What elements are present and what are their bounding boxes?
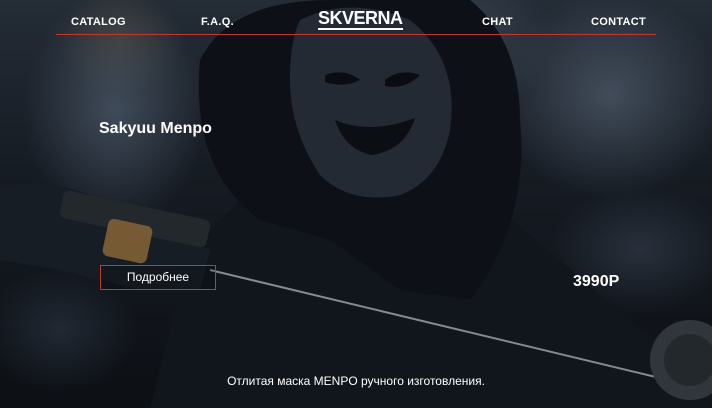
hero-section: CATALOG F.A.Q. SKVERNA CHAT CONTACT Saky…	[0, 0, 712, 408]
product-description: Отлитая маска MENPO ручного изготовления…	[227, 374, 485, 388]
product-price: 3990Р	[573, 273, 620, 290]
nav-link-faq[interactable]: F.A.Q.	[201, 16, 234, 28]
hero-background-image	[0, 0, 712, 408]
brand-logo[interactable]: SKVERNA	[318, 8, 403, 30]
details-button[interactable]: Подробнее	[100, 265, 216, 290]
top-nav: CATALOG F.A.Q. SKVERNA CHAT CONTACT	[56, 0, 656, 35]
product-title: Sakyuu Menpo	[99, 120, 212, 137]
nav-link-contact[interactable]: CONTACT	[591, 16, 646, 28]
nav-link-chat[interactable]: CHAT	[482, 16, 513, 28]
nav-link-catalog[interactable]: CATALOG	[71, 16, 126, 28]
